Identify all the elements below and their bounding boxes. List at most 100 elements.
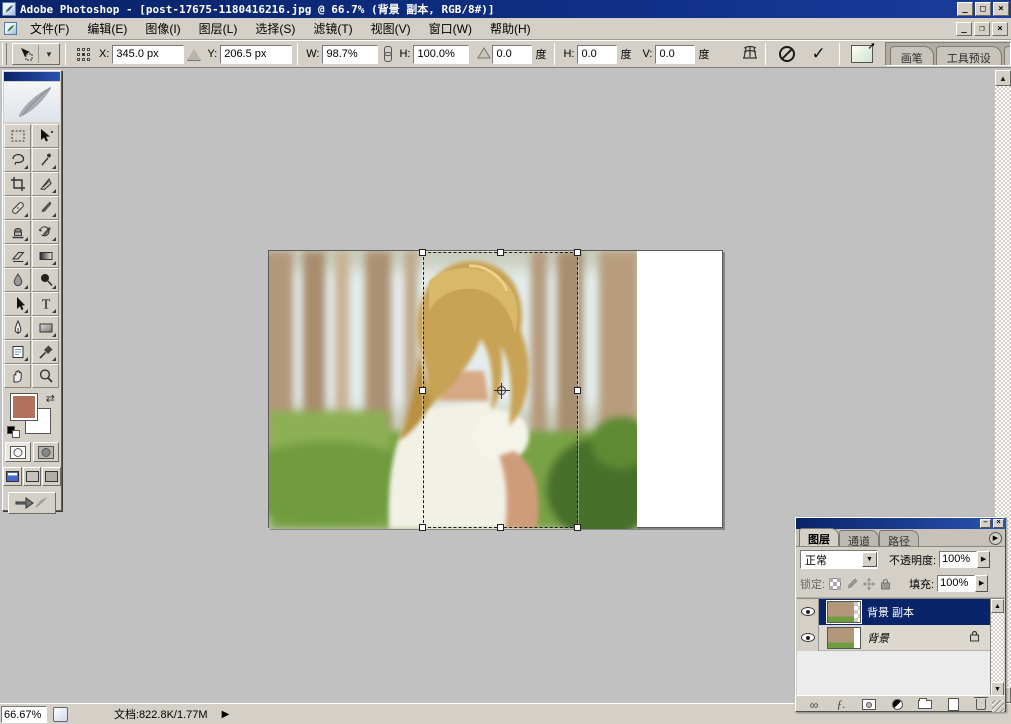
layer-thumbnail[interactable] bbox=[827, 627, 861, 649]
lock-all-icon[interactable] bbox=[879, 577, 892, 590]
menu-file[interactable]: 文件(F) bbox=[21, 18, 78, 39]
transform-handle-middle-left[interactable] bbox=[419, 387, 426, 394]
doc-close-button[interactable]: × bbox=[992, 22, 1008, 36]
transform-handle-top-center[interactable] bbox=[497, 249, 504, 256]
path-selection-tool[interactable] bbox=[4, 292, 31, 316]
y-position-field[interactable]: 206.5 px bbox=[220, 45, 292, 64]
lock-position-icon[interactable] bbox=[862, 577, 875, 590]
menu-help[interactable]: 帮助(H) bbox=[481, 18, 540, 39]
doc-restore-button[interactable]: ❐ bbox=[974, 22, 990, 36]
eye-icon[interactable] bbox=[801, 633, 815, 642]
edit-in-imageready-button[interactable] bbox=[8, 492, 56, 514]
lock-transparency-icon[interactable] bbox=[828, 577, 841, 590]
commit-transform-button[interactable]: ✓ bbox=[811, 44, 825, 64]
transform-handle-middle-right[interactable] bbox=[574, 387, 581, 394]
brush-tool[interactable] bbox=[32, 196, 59, 220]
warp-mode-toggle[interactable] bbox=[740, 44, 760, 65]
zoom-level-field[interactable]: 66.67% bbox=[1, 706, 47, 723]
tab-brushes[interactable]: 画笔 bbox=[890, 46, 934, 65]
transform-handle-top-right[interactable] bbox=[574, 249, 581, 256]
relative-positioning-toggle[interactable] bbox=[187, 49, 201, 60]
type-tool[interactable]: T bbox=[32, 292, 59, 316]
cancel-transform-button[interactable] bbox=[779, 46, 795, 62]
tab-layers[interactable]: 图层 bbox=[799, 528, 839, 546]
hand-tool[interactable] bbox=[4, 364, 31, 388]
scroll-up-icon[interactable]: ▲ bbox=[995, 70, 1011, 86]
history-brush-tool[interactable] bbox=[32, 220, 59, 244]
magic-wand-tool[interactable] bbox=[32, 148, 59, 172]
shape-tool[interactable] bbox=[32, 316, 59, 340]
minimize-button[interactable]: _ bbox=[957, 2, 973, 16]
status-menu-arrow-icon[interactable]: ▶ bbox=[222, 709, 230, 720]
fullscreen-menubar-mode-button[interactable] bbox=[23, 467, 42, 486]
standard-mode-button[interactable] bbox=[5, 442, 31, 462]
preset-dropdown-icon[interactable]: ▼ bbox=[39, 50, 59, 59]
blend-mode-select[interactable]: 正常 ▼ bbox=[800, 550, 878, 569]
foreground-color-swatch[interactable] bbox=[11, 394, 37, 420]
menu-edit[interactable]: 编辑(E) bbox=[78, 18, 136, 39]
palette-menu-icon[interactable]: ▶ bbox=[989, 532, 1002, 545]
new-group-icon[interactable] bbox=[916, 698, 934, 712]
swap-colors-icon[interactable]: ⇄ bbox=[46, 392, 55, 405]
tab-tool-presets[interactable]: 工具预设 bbox=[936, 46, 1002, 65]
go-to-bridge-icon[interactable] bbox=[851, 45, 873, 63]
lasso-tool[interactable] bbox=[4, 148, 31, 172]
fill-slider-icon[interactable]: ▶ bbox=[975, 575, 988, 592]
healing-brush-tool[interactable] bbox=[4, 196, 31, 220]
transform-handle-bottom-left[interactable] bbox=[419, 524, 426, 531]
transform-handle-top-left[interactable] bbox=[419, 249, 426, 256]
notes-tool[interactable] bbox=[4, 340, 31, 364]
layer-thumbnail[interactable] bbox=[827, 601, 861, 623]
pen-tool[interactable] bbox=[4, 316, 31, 340]
tool-preset-picker[interactable]: ▼ bbox=[12, 43, 60, 65]
eyedropper-tool[interactable] bbox=[32, 340, 59, 364]
transform-reference-point[interactable] bbox=[497, 386, 506, 395]
standard-screen-mode-button[interactable] bbox=[3, 467, 22, 486]
options-bar-grip[interactable] bbox=[2, 43, 7, 65]
rect-marquee-tool[interactable] bbox=[4, 124, 31, 148]
crop-tool[interactable] bbox=[4, 172, 31, 196]
default-colors-icon[interactable] bbox=[7, 426, 21, 438]
menu-filter[interactable]: 滤镜(T) bbox=[304, 18, 361, 39]
transform-handle-bottom-right[interactable] bbox=[574, 524, 581, 531]
menu-layer[interactable]: 图层(L) bbox=[190, 18, 247, 39]
palette-close-button[interactable]: × bbox=[993, 519, 1004, 528]
rotation-angle-field[interactable]: 0.0 bbox=[492, 45, 532, 64]
transform-handle-bottom-center[interactable] bbox=[497, 524, 504, 531]
tab-layer-comps[interactable]: 图层复合 bbox=[1004, 46, 1011, 65]
opacity-slider-icon[interactable]: ▶ bbox=[977, 551, 990, 568]
zoom-tool[interactable] bbox=[32, 364, 59, 388]
layer-row-background[interactable]: 背景 bbox=[797, 625, 1004, 651]
layer-list-scrollbar[interactable]: ▲ ▼ bbox=[990, 599, 1004, 695]
quick-mask-mode-button[interactable] bbox=[33, 442, 59, 462]
skew-v-field[interactable]: 0.0 bbox=[655, 45, 695, 64]
menu-image[interactable]: 图像(I) bbox=[136, 18, 189, 39]
height-scale-field[interactable]: 100.0% bbox=[413, 45, 469, 64]
add-layer-mask-icon[interactable] bbox=[860, 698, 878, 712]
visibility-cell[interactable] bbox=[797, 625, 819, 651]
menu-window[interactable]: 窗口(W) bbox=[420, 18, 481, 39]
skew-h-field[interactable]: 0.0 bbox=[577, 45, 617, 64]
width-scale-field[interactable]: 98.7% bbox=[322, 45, 378, 64]
eraser-tool[interactable] bbox=[4, 244, 31, 268]
gradient-tool[interactable] bbox=[32, 244, 59, 268]
tab-channels[interactable]: 通道 bbox=[839, 530, 879, 546]
lock-pixels-icon[interactable] bbox=[845, 577, 858, 590]
blur-tool[interactable] bbox=[4, 268, 31, 292]
new-layer-icon[interactable] bbox=[944, 698, 962, 712]
dodge-tool[interactable] bbox=[32, 268, 59, 292]
maximize-button[interactable]: □ bbox=[975, 2, 991, 16]
tab-paths[interactable]: 路径 bbox=[879, 530, 919, 546]
palette-resize-grip[interactable] bbox=[992, 700, 1004, 712]
link-layers-icon[interactable]: ∞ bbox=[804, 698, 822, 712]
fill-field[interactable]: 100% bbox=[937, 575, 975, 592]
x-position-field[interactable]: 345.0 px bbox=[112, 45, 184, 64]
document-canvas[interactable] bbox=[268, 250, 723, 528]
delete-layer-icon[interactable] bbox=[972, 698, 990, 712]
visibility-cell[interactable] bbox=[797, 599, 819, 625]
reference-point-locator[interactable] bbox=[75, 46, 92, 63]
clone-stamp-tool[interactable] bbox=[4, 220, 31, 244]
move-tool[interactable] bbox=[32, 124, 59, 148]
fullscreen-mode-button[interactable] bbox=[42, 467, 61, 486]
layer-style-icon[interactable]: ƒ. bbox=[832, 698, 850, 712]
